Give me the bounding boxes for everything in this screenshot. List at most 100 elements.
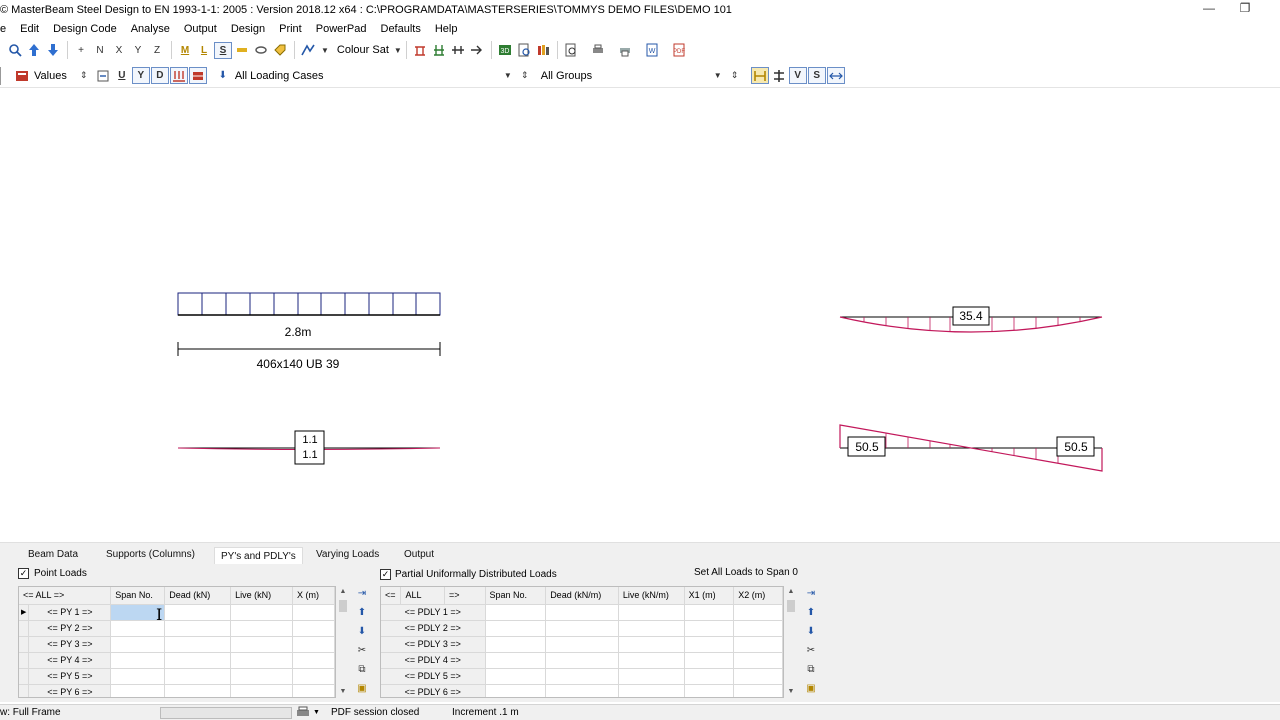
arrow-up-icon[interactable] [25,41,43,59]
menu-powerpad[interactable]: PowerPad [309,19,374,39]
y-button[interactable]: Y [131,67,150,84]
frame-grid-icon[interactable] [430,41,448,59]
span-no-cell[interactable] [485,668,547,685]
x-cell[interactable] [292,636,335,653]
x1-cell[interactable] [684,636,735,653]
live-cell[interactable] [618,668,685,685]
x1-cell[interactable] [684,604,735,621]
pudl-checkbox[interactable]: ✓ [380,569,391,580]
arrow-right-icon[interactable] [468,41,486,59]
axis-z-button[interactable]: Z [148,41,166,59]
menu-design-code[interactable]: Design Code [46,19,124,39]
dead-cell[interactable] [164,620,232,637]
point-loads-scrollbar[interactable]: ▲ ▼ [337,586,349,698]
header-all-right[interactable]: => [444,587,486,605]
move-down-icon[interactable]: ⬇ [803,624,819,640]
distributed-load-icon[interactable] [169,67,188,84]
menu-file[interactable]: e [0,19,13,39]
live-cell[interactable] [618,620,685,637]
scroll-up-icon[interactable]: ▲ [337,586,349,598]
tag-icon[interactable] [271,41,289,59]
move-up-icon[interactable]: ⬆ [803,605,819,621]
3d-view-icon[interactable]: 3D [496,41,514,59]
x-cell[interactable] [292,684,335,697]
x-cell[interactable] [292,652,335,669]
header-all-left[interactable]: <= [381,587,402,605]
x2-cell[interactable] [733,604,783,621]
x1-cell[interactable] [684,620,735,637]
row-header[interactable]: <= PDLY 3 => [381,636,486,653]
shear-button[interactable]: S [214,41,232,59]
dead-cell[interactable] [545,636,619,653]
loading-cases-dropdown[interactable]: All Loading Cases [233,67,501,85]
x2-cell[interactable] [733,636,783,653]
paste-icon[interactable]: ▣ [354,681,370,697]
groups-chevron-icon[interactable]: ▼ [714,71,722,80]
span-no-cell[interactable] [485,620,547,637]
colour-sat-dropdown[interactable]: Colour Sat [335,41,391,59]
x-cell[interactable] [292,604,335,621]
span-arrows-icon[interactable] [826,67,845,84]
scroll-down-icon[interactable]: ▼ [337,686,349,698]
live-cell[interactable] [230,636,294,653]
live-cell[interactable] [230,620,294,637]
insert-row-icon[interactable]: ⇥ [803,586,819,602]
link-icon[interactable] [252,41,270,59]
spin-updown-icon[interactable]: ⇕ [516,67,534,85]
cut-icon[interactable]: ✂ [803,643,819,659]
x-cell[interactable] [292,668,335,685]
print-setup-icon[interactable] [616,41,634,59]
scroll-up-icon[interactable]: ▲ [785,586,797,598]
live-cell[interactable] [618,684,685,697]
printer-icon[interactable] [589,41,607,59]
d-button[interactable]: D [150,67,169,84]
span-no-cell[interactable] [110,652,166,669]
x2-cell[interactable] [733,668,783,685]
paste-icon[interactable]: ▣ [803,681,819,697]
live-cell[interactable] [230,604,294,621]
point-load-icon[interactable] [188,67,207,84]
dead-cell[interactable] [164,652,232,669]
menu-edit[interactable]: Edit [13,19,46,39]
live-cell[interactable] [618,636,685,653]
dead-cell[interactable] [164,636,232,653]
axis-y-button[interactable]: Y [129,41,147,59]
dead-cell[interactable] [164,684,232,697]
restore-button[interactable]: ❐ [1238,2,1252,16]
x1-cell[interactable] [684,684,735,697]
copy-icon[interactable]: ⧉ [803,662,819,678]
copy-icon[interactable]: ⧉ [354,662,370,678]
loading-cases-chevron-icon[interactable]: ▼ [504,71,512,80]
span-no-cell[interactable] [485,652,547,669]
span-no-cell[interactable] [110,684,166,697]
pudl-scrollbar[interactable]: ▲ ▼ [785,586,797,698]
row-header[interactable]: <= PY 4 => [28,652,112,669]
frame-icon[interactable] [411,41,429,59]
section-icon[interactable] [750,67,769,84]
dead-cell[interactable] [545,604,619,621]
colour-icon[interactable] [299,41,317,59]
groups-dropdown[interactable]: All Groups [539,67,711,85]
menu-design[interactable]: Design [224,19,272,39]
printer-dropdown-arrow[interactable]: ▼ [313,709,320,716]
dead-cell[interactable] [545,652,619,669]
header-all[interactable]: <= ALL => [19,587,112,605]
spin-updown-icon[interactable]: ⇕ [75,67,93,85]
dead-cell[interactable] [545,668,619,685]
header-all[interactable]: ALL [400,587,446,605]
x-cell[interactable] [292,620,335,637]
menu-defaults[interactable]: Defaults [374,19,428,39]
row-header[interactable]: <= PDLY 2 => [381,620,486,637]
add-node-button[interactable]: + [72,41,90,59]
span-no-cell[interactable] [485,604,547,621]
library-icon[interactable] [534,41,552,59]
menu-analyse[interactable]: Analyse [124,19,177,39]
tab-varying-loads[interactable]: Varying Loads [316,549,379,560]
x2-cell[interactable] [733,684,783,697]
move-up-icon[interactable]: ⬆ [354,605,370,621]
restraint-icon[interactable] [770,67,788,85]
span-no-cell[interactable] [485,636,547,653]
span-no-cell[interactable] [110,636,166,653]
x1-cell[interactable] [684,652,735,669]
menu-print[interactable]: Print [272,19,309,39]
